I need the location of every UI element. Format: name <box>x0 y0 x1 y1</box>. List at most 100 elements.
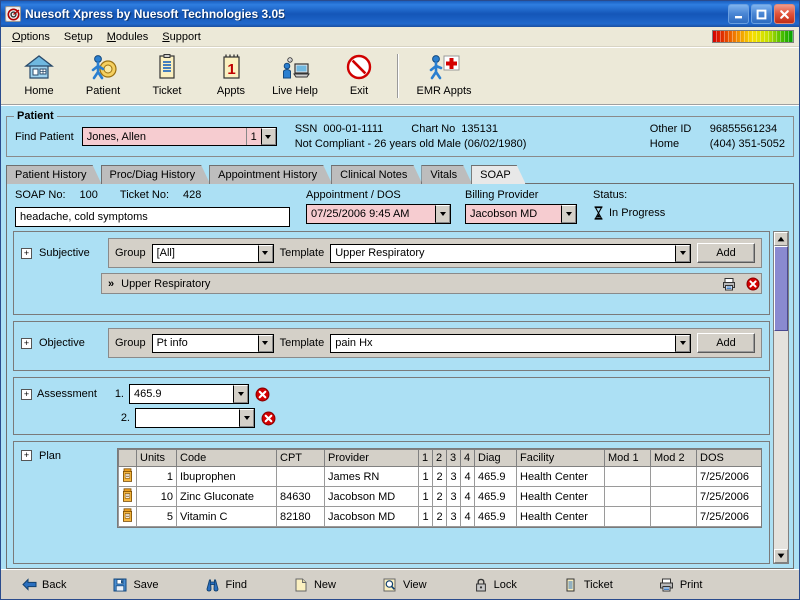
cell-diag-link-4[interactable]: 4 <box>460 486 475 507</box>
subjective-add-button[interactable]: Add <box>697 243 755 263</box>
th-code[interactable]: Code <box>176 449 277 467</box>
th-mod-1[interactable]: Mod 1 <box>604 449 651 467</box>
appointment-dos-combo[interactable]: 07/25/2006 9:45 AM <box>306 204 451 224</box>
tab-proc-diag-history[interactable]: Proc/Diag History <box>101 165 211 184</box>
cell-diag-link-2[interactable]: 2 <box>432 506 447 527</box>
menu-support[interactable]: Support <box>155 29 208 45</box>
appointment-dos-value[interactable]: 07/25/2006 9:45 AM <box>307 205 435 223</box>
th-col-2[interactable]: 2 <box>432 449 447 467</box>
toolbar-button-live-help[interactable]: ? Live Help <box>263 49 327 103</box>
cell-diag-link-4[interactable]: 4 <box>460 466 475 487</box>
table-row[interactable]: 5 Vitamin C 82180 Jacobson MD 1 2 3 4 46… <box>118 506 761 527</box>
cell-diag-link-3[interactable]: 3 <box>446 506 461 527</box>
billing-provider-combo[interactable]: Jacobson MD <box>465 204 577 224</box>
subjective-group-combo[interactable]: [All] <box>151 243 274 263</box>
pill-bottle-icon[interactable] <box>118 486 137 507</box>
scrollbar-track[interactable] <box>774 246 788 549</box>
bottom-button-back[interactable]: Back <box>15 574 78 596</box>
th-units[interactable]: Units <box>136 449 177 467</box>
bottom-button-print[interactable]: Print <box>653 574 715 596</box>
tab-patient-history[interactable]: Patient History <box>6 165 102 184</box>
tab-clinical-notes[interactable]: Clinical Notes <box>331 165 422 184</box>
th-cpt[interactable]: CPT <box>276 449 325 467</box>
cell-diag-link-1[interactable]: 1 <box>418 486 433 507</box>
toolbar-button-patient[interactable]: Patient <box>71 49 135 103</box>
tab-appointment-history[interactable]: Appointment History <box>209 165 332 184</box>
subjective-item-row[interactable]: » Upper Respiratory <box>101 273 762 294</box>
subjective-template-value[interactable]: Upper Respiratory <box>331 244 675 262</box>
table-row[interactable]: 10 Zinc Gluconate 84630 Jacobson MD 1 2 … <box>118 486 761 507</box>
objective-group-combo[interactable]: Pt info <box>151 333 274 353</box>
cell-diag-link-2[interactable]: 2 <box>432 466 447 487</box>
expander-subjective[interactable]: + <box>21 247 32 259</box>
tab-soap[interactable]: SOAP <box>471 165 526 184</box>
patient-name-value[interactable]: Jones, Allen <box>82 128 246 145</box>
chevron-down-icon[interactable] <box>257 334 273 352</box>
objective-template-value[interactable]: pain Hx <box>331 334 675 352</box>
table-row[interactable]: 1 Ibuprophen James RN 1 2 3 4 465.9 Heal… <box>118 466 761 487</box>
scroll-down-icon[interactable] <box>774 549 788 563</box>
toolbar-button-emr-appts[interactable]: EMR Appts <box>405 49 483 103</box>
bottom-button-lock[interactable]: Lock <box>467 574 529 596</box>
subjective-group-value[interactable]: [All] <box>152 244 258 262</box>
toolbar-button-ticket[interactable]: Ticket <box>135 49 199 103</box>
menu-modules[interactable]: Modules <box>100 29 156 45</box>
cell-diag-link-3[interactable]: 3 <box>446 486 461 507</box>
tab-vitals[interactable]: Vitals <box>421 165 472 184</box>
assessment-combo-1[interactable]: 465.9 <box>129 384 249 404</box>
delete-x-icon[interactable] <box>744 274 761 293</box>
minimize-icon[interactable] <box>728 4 749 24</box>
subjective-template-combo[interactable]: Upper Respiratory <box>330 243 691 263</box>
billing-provider-value[interactable]: Jacobson MD <box>466 205 561 223</box>
expander-plan[interactable]: + <box>21 450 32 461</box>
th-facility[interactable]: Facility <box>516 449 605 467</box>
find-patient-combo[interactable]: Jones, Allen 1 <box>81 127 277 146</box>
chief-complaint-input[interactable]: headache, cold symptoms <box>15 207 290 227</box>
delete-x-icon[interactable] <box>254 385 271 404</box>
bottom-button-find[interactable]: Find <box>199 574 259 596</box>
toolbar-button-home[interactable]: Home <box>7 49 71 103</box>
bottom-button-save[interactable]: Save <box>106 574 170 596</box>
th-col-3[interactable]: 3 <box>446 449 461 467</box>
menu-setup[interactable]: Setup <box>57 29 100 45</box>
assessment-value-2[interactable] <box>136 409 239 427</box>
th-diag[interactable]: Diag <box>474 449 517 467</box>
th-mod-2[interactable]: Mod 2 <box>650 449 697 467</box>
chevron-down-icon[interactable] <box>260 128 276 145</box>
chevron-down-icon[interactable] <box>239 409 254 427</box>
chevron-down-icon[interactable] <box>233 385 248 403</box>
chevron-down-icon[interactable] <box>257 244 273 262</box>
vertical-scrollbar[interactable] <box>773 231 789 564</box>
maximize-icon[interactable] <box>751 4 772 24</box>
cell-diag-link-4[interactable]: 4 <box>460 506 475 527</box>
chevron-down-icon[interactable] <box>675 244 690 262</box>
th-col-4[interactable]: 4 <box>460 449 475 467</box>
cell-diag-link-1[interactable]: 1 <box>418 466 433 487</box>
print-icon[interactable] <box>720 274 737 293</box>
assessment-value-1[interactable]: 465.9 <box>130 385 233 403</box>
objective-template-combo[interactable]: pain Hx <box>330 333 691 353</box>
expander-objective[interactable]: + <box>21 337 32 349</box>
bottom-button-new[interactable]: New <box>287 574 348 596</box>
cell-diag-link-2[interactable]: 2 <box>432 486 447 507</box>
assessment-combo-2[interactable] <box>135 408 255 428</box>
pill-bottle-icon[interactable] <box>118 466 137 487</box>
objective-add-button[interactable]: Add <box>697 333 755 353</box>
chevron-down-icon[interactable] <box>435 205 450 223</box>
cell-diag-link-1[interactable]: 1 <box>418 506 433 527</box>
menu-options[interactable]: Options <box>5 29 57 45</box>
chevron-down-icon[interactable] <box>561 205 576 223</box>
toolbar-button-exit[interactable]: Exit <box>327 49 391 103</box>
close-icon[interactable] <box>774 4 795 24</box>
th-provider[interactable]: Provider <box>324 449 419 467</box>
cell-diag-link-3[interactable]: 3 <box>446 466 461 487</box>
th-col-1[interactable]: 1 <box>418 449 433 467</box>
pill-bottle-icon[interactable] <box>118 506 137 527</box>
scroll-up-icon[interactable] <box>774 232 788 246</box>
chevron-down-icon[interactable] <box>675 334 690 352</box>
delete-x-icon[interactable] <box>260 409 277 428</box>
bottom-button-view[interactable]: View <box>376 574 439 596</box>
th-dos[interactable]: DOS <box>696 449 761 467</box>
scroll-thumb[interactable] <box>774 246 788 331</box>
objective-group-value[interactable]: Pt info <box>152 334 258 352</box>
